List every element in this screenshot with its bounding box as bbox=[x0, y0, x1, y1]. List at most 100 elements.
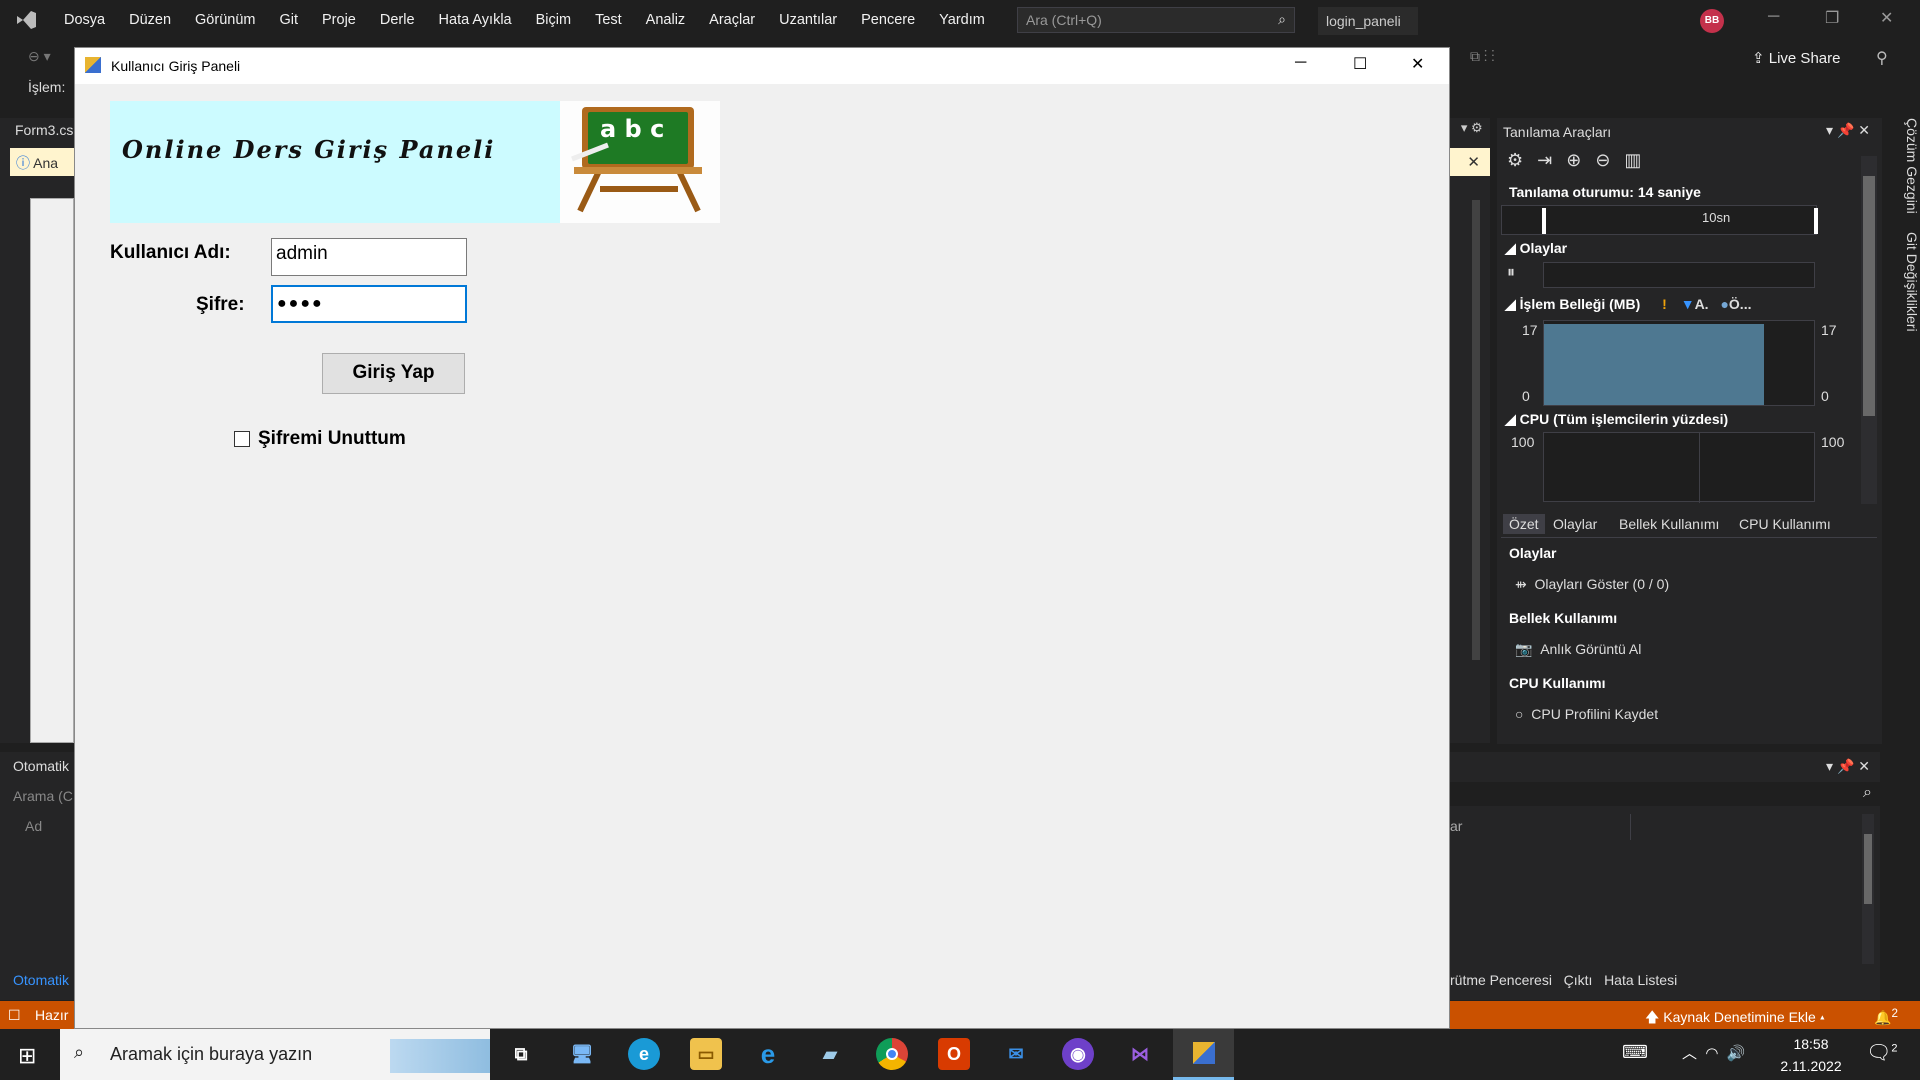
editor-scrollbar[interactable] bbox=[1472, 200, 1480, 660]
zoom-out-icon[interactable]: ⊖ bbox=[1595, 150, 1624, 170]
forgot-password-label[interactable]: Şifremi Unuttum bbox=[258, 428, 406, 450]
tab-error-list[interactable]: Hata Listesi bbox=[1604, 972, 1677, 988]
timeline-start-handle[interactable] bbox=[1542, 208, 1546, 234]
form-close-icon[interactable]: ✕ bbox=[1411, 54, 1424, 74]
dropdown-icon[interactable]: ▾ ⚙ bbox=[1450, 120, 1490, 144]
form-title-bar[interactable]: Kullanıcı Giriş Paneli ─ ☐ ✕ bbox=[75, 48, 1449, 84]
feedback-icon[interactable]: ⚲ bbox=[1876, 48, 1888, 68]
bottom-search[interactable]: ⌕ bbox=[1450, 782, 1880, 806]
login-button[interactable]: Giriş Yap bbox=[322, 353, 465, 394]
pane-controls[interactable]: ▾ 📌 ✕ bbox=[1826, 122, 1870, 139]
pause-icon[interactable]: ⏸ bbox=[1507, 264, 1515, 282]
show-events-link[interactable]: ⇻ Olayları Göster (0 / 0) bbox=[1515, 576, 1669, 593]
file-explorer-icon[interactable]: ▭ bbox=[690, 1038, 722, 1070]
bottom-pane-controls[interactable]: ▾ 📌 ✕ bbox=[1826, 758, 1870, 775]
volume-icon[interactable]: 🔊 bbox=[1727, 1045, 1746, 1062]
visual-studio-logo-icon[interactable] bbox=[0, 0, 52, 40]
task-view-icon[interactable]: ⧉ bbox=[505, 1038, 537, 1070]
bottom-right-panel: ▾ 📌 ✕ ⌕ ar rütme Penceresi Çıktı Hata Li… bbox=[1450, 752, 1880, 1000]
action-center-icon[interactable]: 🗨2 bbox=[1866, 1040, 1898, 1065]
source-control-button[interactable]: 🡅 Kaynak Denetimine Ekle ▴ bbox=[1645, 1007, 1825, 1031]
menu-yardim[interactable]: Yardım bbox=[927, 12, 997, 28]
menu-git[interactable]: Git bbox=[267, 12, 310, 28]
arrow-up-icon: 🡅 bbox=[1645, 1009, 1660, 1025]
nav-back-icon[interactable]: ⊖ ▾ bbox=[28, 48, 51, 65]
notifications-icon[interactable]: 🔔2 bbox=[1874, 1007, 1898, 1027]
menu-gorunum[interactable]: Görünüm bbox=[183, 12, 267, 28]
keyboard-icon[interactable]: ⌨ bbox=[1622, 1042, 1648, 1063]
session-duration: Tanılama oturumu: 14 saniye bbox=[1509, 184, 1701, 200]
tab-command-window[interactable]: rütme Penceresi bbox=[1450, 972, 1552, 988]
windows-start-icon[interactable]: ⊞ bbox=[18, 1043, 36, 1069]
diag-toolbar[interactable]: ⚙⇥⊕⊖▥ bbox=[1507, 150, 1655, 171]
menu-analiz[interactable]: Analiz bbox=[634, 12, 698, 28]
taskbar-search[interactable]: ⌕ Aramak için buraya yazın bbox=[60, 1029, 490, 1080]
memory-section-header[interactable]: ◢ İşlem Belleği (MB) ! ▼A. ●Ö... bbox=[1505, 296, 1751, 313]
menu-dosya[interactable]: Dosya bbox=[52, 12, 117, 28]
github-desktop-icon[interactable]: ◉ bbox=[1062, 1038, 1094, 1070]
diag-scrollbar[interactable] bbox=[1861, 156, 1877, 504]
avatar[interactable]: BB bbox=[1700, 9, 1724, 33]
chrome-icon[interactable] bbox=[876, 1038, 908, 1070]
menu-test[interactable]: Test bbox=[583, 12, 634, 28]
tab-cpu[interactable]: CPU Kullanımı bbox=[1739, 516, 1831, 532]
office-icon[interactable]: O bbox=[938, 1038, 970, 1070]
export-icon[interactable]: ⇥ bbox=[1537, 150, 1566, 170]
menu-duzen[interactable]: Düzen bbox=[117, 12, 183, 28]
vs-minimize-icon[interactable]: ─ bbox=[1768, 8, 1779, 26]
search-icon[interactable]: ⌕ bbox=[1278, 11, 1286, 28]
chart-icon[interactable]: ▥ bbox=[1624, 150, 1655, 170]
search-icon-2[interactable]: ⌕ bbox=[1863, 784, 1872, 802]
forgot-password-checkbox[interactable] bbox=[234, 431, 250, 447]
vs-close-icon[interactable]: ✕ bbox=[1880, 8, 1893, 28]
tab-output[interactable]: Çıktı bbox=[1564, 972, 1593, 988]
form-minimize-icon[interactable]: ─ bbox=[1295, 54, 1306, 72]
share-icon: ⇪ bbox=[1752, 50, 1765, 67]
tab-ozet[interactable]: Özet bbox=[1503, 514, 1545, 534]
timeline-label: 10sn bbox=[1702, 210, 1731, 225]
menu-hata-ayikla[interactable]: Hata Ayıkla bbox=[427, 12, 524, 28]
zoom-in-icon[interactable]: ⊕ bbox=[1566, 150, 1595, 170]
git-changes-tab[interactable]: Git Değişiklikleri bbox=[1904, 232, 1920, 332]
cpu-section-header[interactable]: ◢ CPU (Tüm işlemcilerin yüzdesi) bbox=[1505, 411, 1728, 428]
timeline-ruler[interactable]: 10sn bbox=[1501, 205, 1818, 235]
tab-olaylar[interactable]: Olaylar bbox=[1553, 516, 1597, 532]
autos-search[interactable]: Arama (C bbox=[13, 788, 73, 804]
visual-studio-taskbar-icon[interactable]: ⋈ bbox=[1124, 1038, 1156, 1070]
tray-icons[interactable]: ︿ ◠ 🔊 bbox=[1682, 1042, 1745, 1063]
live-share-button[interactable]: ⇪ Live Share bbox=[1752, 49, 1840, 67]
bottom-scrollbar[interactable] bbox=[1862, 814, 1874, 964]
settings-icon[interactable]: ⚙ bbox=[1507, 150, 1537, 170]
running-form-taskbar-item[interactable] bbox=[1173, 1029, 1234, 1080]
timeline-end-handle[interactable] bbox=[1814, 208, 1818, 234]
chevron-up-icon[interactable]: ︿ bbox=[1682, 1045, 1697, 1062]
project-name: login_paneli bbox=[1318, 7, 1418, 35]
menu-uzantilar[interactable]: Uzantılar bbox=[767, 12, 849, 28]
menu-proje[interactable]: Proje bbox=[310, 12, 368, 28]
menu-pencere[interactable]: Pencere bbox=[849, 12, 927, 28]
menu-araclar[interactable]: Araçlar bbox=[697, 12, 767, 28]
autos-tab[interactable]: Otomatik bbox=[13, 972, 69, 988]
password-input[interactable]: ●●●● bbox=[271, 285, 467, 323]
computer-icon[interactable]: 🖥 bbox=[566, 1038, 598, 1070]
tab-bellek[interactable]: Bellek Kullanımı bbox=[1619, 516, 1719, 532]
infobar-close-icon[interactable]: ✕ bbox=[1450, 148, 1490, 176]
wifi-icon[interactable]: ◠ bbox=[1705, 1045, 1718, 1062]
vs-maximize-icon[interactable]: ❐ bbox=[1825, 8, 1839, 28]
notes-icon[interactable]: ▰ bbox=[814, 1038, 846, 1070]
solution-explorer-tab[interactable]: Çözüm Gezgini bbox=[1904, 118, 1920, 214]
menu-bicim[interactable]: Biçim bbox=[524, 12, 583, 28]
events-section-header[interactable]: ◢ Olaylar bbox=[1505, 240, 1567, 257]
record-cpu-profile-link[interactable]: ○ CPU Profilini Kaydet bbox=[1515, 706, 1658, 722]
form-maximize-icon[interactable]: ☐ bbox=[1353, 54, 1367, 74]
search-input[interactable]: Ara (Ctrl+Q) ⌕ bbox=[1017, 7, 1295, 33]
username-input[interactable]: admin bbox=[271, 238, 467, 276]
mail-icon[interactable]: ✉ bbox=[1000, 1038, 1032, 1070]
editor-tab[interactable]: Form3.cs bbox=[15, 122, 73, 138]
toolbar-icons[interactable]: ⧉ ⁝ ⋮ bbox=[1470, 48, 1495, 65]
menu-derle[interactable]: Derle bbox=[368, 12, 427, 28]
internet-explorer-icon[interactable]: e bbox=[752, 1038, 784, 1070]
take-snapshot-link[interactable]: 📷 Anlık Görüntü Al bbox=[1515, 641, 1641, 658]
clock[interactable]: 18:58 2.11.2022 bbox=[1776, 1036, 1846, 1074]
edge-icon[interactable]: e bbox=[628, 1038, 660, 1070]
